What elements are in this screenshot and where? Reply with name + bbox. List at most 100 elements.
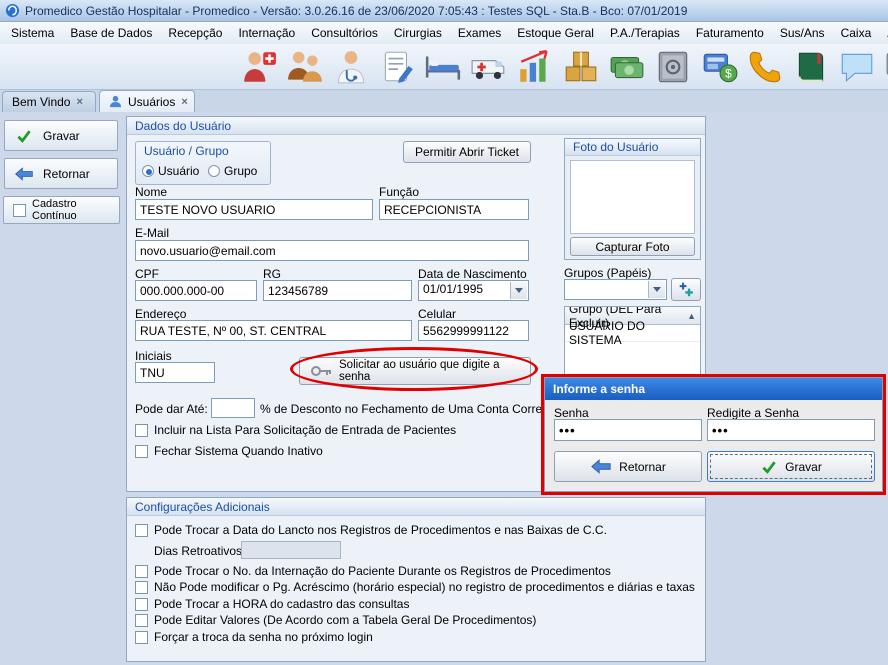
statistics-icon[interactable] [516, 48, 554, 86]
checkbox-box[interactable] [135, 524, 148, 537]
monitor-icon[interactable] [884, 48, 888, 86]
menu-item-caixa[interactable]: Caixa [838, 24, 875, 42]
usuario-grupo-box: Usuário / Grupo Usuário Grupo [135, 141, 271, 185]
endereco-input[interactable] [135, 320, 412, 341]
patients-icon[interactable] [240, 48, 278, 86]
gravar-button[interactable]: Gravar [4, 120, 118, 151]
menu-item-administracao[interactable]: Administração [884, 24, 888, 42]
cash-register-icon[interactable]: $ [700, 48, 738, 86]
prescription-icon[interactable] [378, 48, 416, 86]
tab-usuarios[interactable]: Usuários × [99, 90, 195, 112]
nome-label: Nome [135, 185, 167, 199]
grupos-papeis-combo[interactable] [564, 279, 667, 300]
cpf-input[interactable] [135, 280, 257, 301]
chevron-down-icon[interactable] [510, 282, 527, 299]
reception-icon[interactable] [286, 48, 324, 86]
desconto-input[interactable] [211, 398, 255, 418]
close-icon[interactable]: × [76, 96, 82, 108]
checkbox-label: Pode Editar Valores (De Acordo com a Tab… [154, 613, 536, 627]
radio-usuario-label: Usuário [158, 164, 199, 178]
checkbox-trocar-no-internacao[interactable]: Pode Trocar o No. da Internação do Pacie… [135, 564, 611, 578]
retornar-button[interactable]: Retornar [4, 158, 118, 189]
arrow-left-icon [14, 166, 34, 182]
safe-icon[interactable] [654, 48, 692, 86]
dialog-retornar-label: Retornar [619, 460, 666, 474]
book-icon[interactable] [792, 48, 830, 86]
dialog-gravar-button[interactable]: Gravar [707, 451, 875, 482]
senha-input[interactable] [554, 419, 702, 441]
menu-item-sistema[interactable]: Sistema [8, 24, 57, 42]
plus-icon [678, 281, 695, 298]
solicitar-senha-button[interactable]: Solicitar ao usuário que digite a senha [299, 357, 531, 385]
permitir-abrir-ticket-button[interactable]: Permitir Abrir Ticket [403, 141, 531, 163]
section-title: Dados do Usuário [135, 119, 231, 133]
checkbox-label: Forçar a troca da senha no próximo login [154, 630, 373, 644]
dialog-retornar-button[interactable]: Retornar [554, 451, 702, 482]
email-label: E-Mail [135, 226, 169, 240]
menu-item-base-de-dados[interactable]: Base de Dados [67, 24, 155, 42]
checkbox-nao-modificar-acrescimo[interactable]: Não Pode modificar o Pg. Acréscimo (horá… [135, 580, 695, 594]
rg-input[interactable] [263, 280, 412, 301]
menu-item-cirurgias[interactable]: Cirurgias [391, 24, 445, 42]
email-input[interactable] [135, 240, 529, 261]
capturar-foto-button[interactable]: Capturar Foto [570, 237, 695, 256]
menu-item-faturamento[interactable]: Faturamento [693, 24, 767, 42]
menu-item-internacao[interactable]: Internação [235, 24, 298, 42]
billing-icon[interactable] [608, 48, 646, 86]
checkbox-box[interactable] [135, 631, 148, 644]
phone-icon[interactable] [746, 48, 784, 86]
radio-dot[interactable] [208, 165, 220, 177]
nascimento-combo[interactable]: 01/01/1995 [418, 280, 529, 301]
checkbox-box[interactable] [135, 565, 148, 578]
list-item[interactable]: USUÁRIO DO SISTEMA [565, 325, 700, 342]
checkbox-box[interactable] [135, 581, 148, 594]
checkbox-box[interactable] [135, 424, 148, 437]
solicitar-senha-label: Solicitar ao usuário que digite a senha [339, 359, 530, 383]
title-bar: Promedico Gestão Hospitalar - Promedico … [0, 0, 888, 22]
celular-input[interactable] [418, 320, 529, 341]
dias-retroativos-label: Dias Retroativos : [154, 544, 249, 558]
config-title: Configurações Adicionais [135, 500, 270, 514]
checkbox-fechar-inativo[interactable]: Fechar Sistema Quando Inativo [135, 444, 323, 458]
ambulance-icon[interactable] [470, 48, 508, 86]
checkbox-box[interactable] [135, 598, 148, 611]
checkbox-label: Pode Trocar a Data do Lancto nos Registr… [154, 523, 607, 537]
menu-item-consultorios[interactable]: Consultórios [308, 24, 381, 42]
radio-usuario[interactable]: Usuário [142, 164, 199, 178]
dias-retroativos-input[interactable] [241, 541, 341, 559]
tab-bem-vindo[interactable]: Bem Vindo × [2, 91, 96, 112]
cadastro-continuo-toggle[interactable]: Cadastro Contínuo [3, 196, 120, 224]
key-icon [310, 365, 332, 377]
radio-grupo[interactable]: Grupo [208, 164, 257, 178]
checkbox-box[interactable] [13, 204, 26, 217]
checkbox-trocar-data-lancto[interactable]: Pode Trocar a Data do Lancto nos Registr… [135, 523, 607, 537]
menu-item-pa-terapias[interactable]: P.A./Terapias [607, 24, 683, 42]
configuracoes-adicionais-group: Configurações Adicionais Pode Trocar a D… [126, 497, 706, 662]
checkbox-trocar-hora[interactable]: Pode Trocar a HORA do cadastro das consu… [135, 597, 409, 611]
radio-dot[interactable] [142, 165, 154, 177]
checkbox-incluir-lista[interactable]: Incluir na Lista Para Solicitação de Ent… [135, 423, 456, 437]
checkbox-box[interactable] [135, 445, 148, 458]
funcao-input[interactable] [379, 199, 529, 220]
close-icon[interactable]: × [181, 96, 187, 108]
menu-item-estoque-geral[interactable]: Estoque Geral [514, 24, 597, 42]
dialog-gravar-label: Gravar [785, 460, 822, 474]
iniciais-input[interactable] [135, 362, 215, 383]
chat-icon[interactable] [838, 48, 876, 86]
menu-item-recepcao[interactable]: Recepção [165, 24, 225, 42]
rg-label: RG [263, 267, 281, 281]
doctor-icon[interactable] [332, 48, 370, 86]
menu-item-sus-ans[interactable]: Sus/Ans [777, 24, 828, 42]
checkbox-label: Fechar Sistema Quando Inativo [154, 444, 323, 458]
checkbox-forcar-troca-senha[interactable]: Forçar a troca da senha no próximo login [135, 630, 373, 644]
redigite-senha-input[interactable] [707, 419, 875, 441]
menu-item-exames[interactable]: Exames [455, 24, 504, 42]
chevron-down-icon[interactable] [648, 281, 665, 298]
stock-icon[interactable] [562, 48, 600, 86]
nome-input[interactable] [135, 199, 373, 220]
add-grupo-button[interactable] [671, 278, 701, 301]
bed-icon[interactable] [424, 48, 462, 86]
arrow-left-icon [590, 459, 612, 474]
checkbox-editar-valores[interactable]: Pode Editar Valores (De Acordo com a Tab… [135, 613, 536, 627]
checkbox-box[interactable] [135, 614, 148, 627]
